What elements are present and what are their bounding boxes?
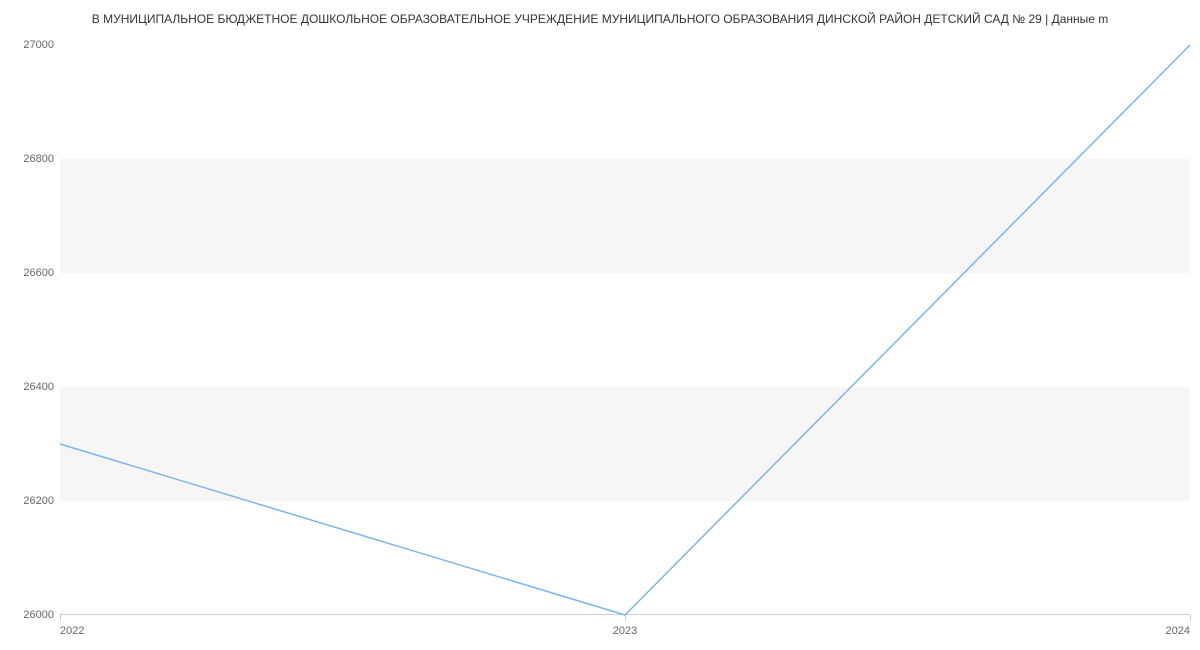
chart-plot-area: 2600026200264002660026800270002022202320…: [60, 45, 1190, 615]
x-tick-label: 2023: [613, 625, 637, 637]
y-tick-label: 26800: [8, 153, 54, 165]
x-tick-label: 2022: [60, 625, 84, 637]
x-tick-label: 2024: [1166, 625, 1190, 637]
x-tick-mark: [1190, 615, 1191, 621]
y-tick-label: 26000: [8, 609, 54, 621]
y-tick-label: 26400: [8, 381, 54, 393]
y-tick-label: 27000: [8, 39, 54, 51]
y-tick-label: 26200: [8, 495, 54, 507]
series-line: [60, 45, 1190, 615]
line-series-svg: [60, 45, 1190, 615]
chart-title: В МУНИЦИПАЛЬНОЕ БЮДЖЕТНОЕ ДОШКОЛЬНОЕ ОБР…: [0, 12, 1200, 26]
x-tick-mark: [625, 615, 626, 621]
y-tick-label: 26600: [8, 267, 54, 279]
x-tick-mark: [60, 615, 61, 621]
